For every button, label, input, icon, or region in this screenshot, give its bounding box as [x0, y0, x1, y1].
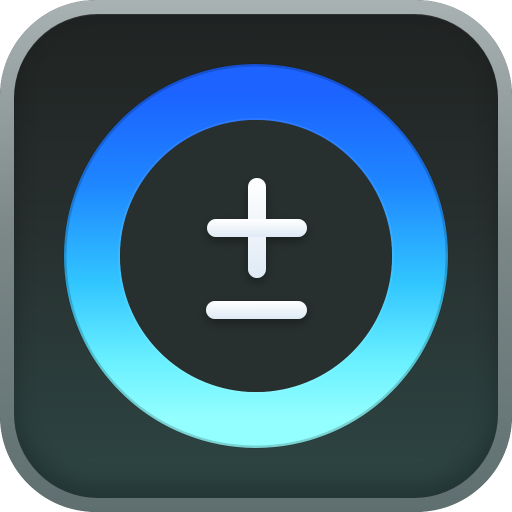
app-icon-canvas: [0, 0, 512, 512]
plus-horizontal-bar: [207, 219, 307, 237]
minus-bar: [206, 301, 307, 319]
plus-minus-icon: [63, 63, 449, 449]
app-icon[interactable]: [0, 0, 512, 512]
